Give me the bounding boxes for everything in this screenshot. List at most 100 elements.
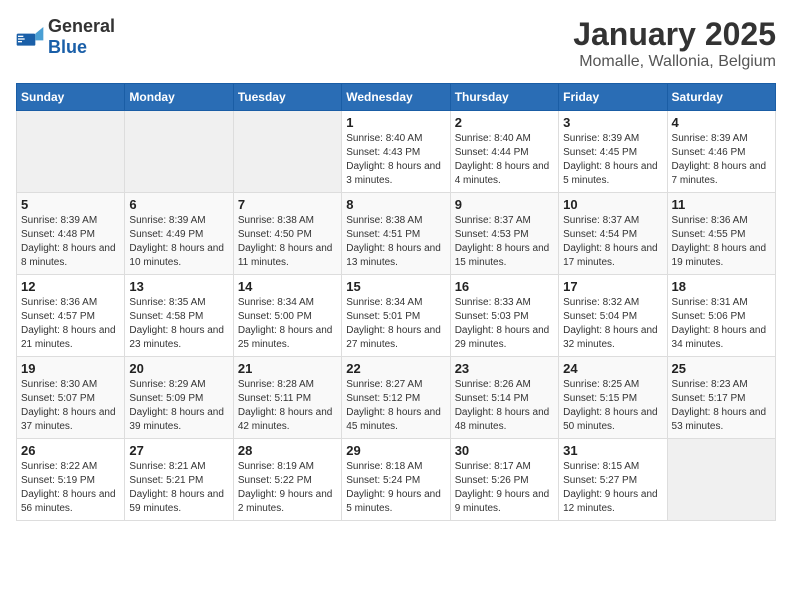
calendar-day-cell: 13 Sunrise: 8:35 AMSunset: 4:58 PMDayligh… xyxy=(125,275,233,357)
weekday-header: Thursday xyxy=(450,84,558,111)
calendar-day-cell: 5 Sunrise: 8:39 AMSunset: 4:48 PMDaylight… xyxy=(17,193,125,275)
day-info: Sunrise: 8:31 AMSunset: 5:06 PMDaylight:… xyxy=(672,296,771,352)
day-info: Sunrise: 8:36 AMSunset: 4:57 PMDaylight:… xyxy=(21,296,120,352)
calendar-day-cell: 10 Sunrise: 8:37 AMSunset: 4:54 PMDayligh… xyxy=(559,193,667,275)
calendar-week-row: 1Sunrise: 8:40 AMSunset: 4:43 PMDaylight… xyxy=(17,111,776,193)
logo-general: General xyxy=(48,16,115,36)
day-info: Sunrise: 8:25 AMSunset: 5:15 PMDaylight:… xyxy=(563,378,662,434)
day-number: 10 xyxy=(563,197,662,212)
day-info: Sunrise: 8:21 AMSunset: 5:21 PMDaylight:… xyxy=(129,460,228,516)
calendar-day-cell: 6 Sunrise: 8:39 AMSunset: 4:49 PMDaylight… xyxy=(125,193,233,275)
title-section: January 2025 Momalle, Wallonia, Belgium xyxy=(573,16,776,71)
calendar-day-cell: 8 Sunrise: 8:38 AMSunset: 4:51 PMDaylight… xyxy=(342,193,450,275)
calendar-table: SundayMondayTuesdayWednesdayThursdayFrid… xyxy=(16,83,776,521)
day-info: Sunrise: 8:32 AMSunset: 5:04 PMDaylight:… xyxy=(563,296,662,352)
day-info: Sunrise: 8:33 AMSunset: 5:03 PMDaylight:… xyxy=(455,296,554,352)
day-number: 15 xyxy=(346,279,445,294)
day-info: Sunrise: 8:39 AMSunset: 4:48 PMDaylight:… xyxy=(21,214,120,270)
day-info: Sunrise: 8:17 AMSunset: 5:26 PMDaylight:… xyxy=(455,460,554,516)
day-info: Sunrise: 8:39 AMSunset: 4:49 PMDaylight:… xyxy=(129,214,228,270)
calendar-day-cell xyxy=(667,439,775,521)
calendar-day-cell: 30Sunrise: 8:17 AMSunset: 5:26 PMDayligh… xyxy=(450,439,558,521)
calendar-day-cell: 31 Sunrise: 8:15 AMSunset: 5:27 PMDayligh… xyxy=(559,439,667,521)
day-number: 6 xyxy=(129,197,228,212)
day-number: 5 xyxy=(21,197,120,212)
day-info: Sunrise: 8:15 AMSunset: 5:27 PMDaylight:… xyxy=(563,460,662,516)
day-number: 2 xyxy=(455,115,554,130)
calendar-day-cell: 14 Sunrise: 8:34 AMSunset: 5:00 PMDayligh… xyxy=(233,275,341,357)
calendar-day-cell: 9Sunrise: 8:37 AMSunset: 4:53 PMDaylight… xyxy=(450,193,558,275)
weekday-header: Tuesday xyxy=(233,84,341,111)
day-info: Sunrise: 8:28 AMSunset: 5:11 PMDaylight:… xyxy=(238,378,337,434)
calendar-day-cell: 12Sunrise: 8:36 AMSunset: 4:57 PMDayligh… xyxy=(17,275,125,357)
weekday-header: Wednesday xyxy=(342,84,450,111)
calendar-day-cell xyxy=(17,111,125,193)
day-info: Sunrise: 8:30 AMSunset: 5:07 PMDaylight:… xyxy=(21,378,120,434)
day-info: Sunrise: 8:29 AMSunset: 5:09 PMDaylight:… xyxy=(129,378,228,434)
day-info: Sunrise: 8:18 AMSunset: 5:24 PMDaylight:… xyxy=(346,460,445,516)
day-info: Sunrise: 8:34 AMSunset: 5:00 PMDaylight:… xyxy=(238,296,337,352)
day-info: Sunrise: 8:35 AMSunset: 4:58 PMDaylight:… xyxy=(129,296,228,352)
day-number: 16 xyxy=(455,279,554,294)
calendar-day-cell: 25Sunrise: 8:23 AMSunset: 5:17 PMDayligh… xyxy=(667,357,775,439)
calendar-day-cell: 18Sunrise: 8:31 AMSunset: 5:06 PMDayligh… xyxy=(667,275,775,357)
day-info: Sunrise: 8:39 AMSunset: 4:45 PMDaylight:… xyxy=(563,132,662,188)
calendar-day-cell: 28Sunrise: 8:19 AMSunset: 5:22 PMDayligh… xyxy=(233,439,341,521)
day-number: 13 xyxy=(129,279,228,294)
calendar-week-row: 12Sunrise: 8:36 AMSunset: 4:57 PMDayligh… xyxy=(17,275,776,357)
weekday-header: Sunday xyxy=(17,84,125,111)
day-info: Sunrise: 8:26 AMSunset: 5:14 PMDaylight:… xyxy=(455,378,554,434)
day-info: Sunrise: 8:27 AMSunset: 5:12 PMDaylight:… xyxy=(346,378,445,434)
day-number: 23 xyxy=(455,361,554,376)
day-info: Sunrise: 8:40 AMSunset: 4:44 PMDaylight:… xyxy=(455,132,554,188)
calendar-day-cell: 20 Sunrise: 8:29 AMSunset: 5:09 PMDayligh… xyxy=(125,357,233,439)
calendar-day-cell: 1Sunrise: 8:40 AMSunset: 4:43 PMDaylight… xyxy=(342,111,450,193)
day-number: 26 xyxy=(21,443,120,458)
day-info: Sunrise: 8:38 AMSunset: 4:50 PMDaylight:… xyxy=(238,214,337,270)
day-number: 17 xyxy=(563,279,662,294)
day-number: 28 xyxy=(238,443,337,458)
day-number: 31 xyxy=(563,443,662,458)
calendar-day-cell: 29Sunrise: 8:18 AMSunset: 5:24 PMDayligh… xyxy=(342,439,450,521)
calendar-day-cell: 4Sunrise: 8:39 AMSunset: 4:46 PMDaylight… xyxy=(667,111,775,193)
day-info: Sunrise: 8:37 AMSunset: 4:54 PMDaylight:… xyxy=(563,214,662,270)
calendar-week-row: 26 Sunrise: 8:22 AMSunset: 5:19 PMDayligh… xyxy=(17,439,776,521)
calendar-day-cell: 7 Sunrise: 8:38 AMSunset: 4:50 PMDaylight… xyxy=(233,193,341,275)
weekday-header: Monday xyxy=(125,84,233,111)
calendar-day-cell: 19Sunrise: 8:30 AMSunset: 5:07 PMDayligh… xyxy=(17,357,125,439)
day-info: Sunrise: 8:40 AMSunset: 4:43 PMDaylight:… xyxy=(346,132,445,188)
day-number: 7 xyxy=(238,197,337,212)
day-number: 3 xyxy=(563,115,662,130)
calendar-day-cell xyxy=(125,111,233,193)
calendar-day-cell: 21 Sunrise: 8:28 AMSunset: 5:11 PMDayligh… xyxy=(233,357,341,439)
calendar-day-cell xyxy=(233,111,341,193)
day-info: Sunrise: 8:23 AMSunset: 5:17 PMDaylight:… xyxy=(672,378,771,434)
day-number: 21 xyxy=(238,361,337,376)
calendar-day-cell: 3 Sunrise: 8:39 AMSunset: 4:45 PMDaylight… xyxy=(559,111,667,193)
logo-blue: Blue xyxy=(48,37,87,57)
weekday-header: Saturday xyxy=(667,84,775,111)
day-info: Sunrise: 8:22 AMSunset: 5:19 PMDaylight:… xyxy=(21,460,120,516)
calendar-week-row: 19Sunrise: 8:30 AMSunset: 5:07 PMDayligh… xyxy=(17,357,776,439)
calendar-day-cell: 16 Sunrise: 8:33 AMSunset: 5:03 PMDayligh… xyxy=(450,275,558,357)
calendar-day-cell: 11Sunrise: 8:36 AMSunset: 4:55 PMDayligh… xyxy=(667,193,775,275)
weekday-header: Friday xyxy=(559,84,667,111)
calendar-day-cell: 17 Sunrise: 8:32 AMSunset: 5:04 PMDayligh… xyxy=(559,275,667,357)
day-number: 24 xyxy=(563,361,662,376)
day-number: 22 xyxy=(346,361,445,376)
calendar-day-cell: 27 Sunrise: 8:21 AMSunset: 5:21 PMDayligh… xyxy=(125,439,233,521)
calendar-day-cell: 15Sunrise: 8:34 AMSunset: 5:01 PMDayligh… xyxy=(342,275,450,357)
calendar-week-row: 5 Sunrise: 8:39 AMSunset: 4:48 PMDaylight… xyxy=(17,193,776,275)
day-number: 14 xyxy=(238,279,337,294)
day-number: 27 xyxy=(129,443,228,458)
day-number: 11 xyxy=(672,197,771,212)
calendar-day-cell: 24 Sunrise: 8:25 AMSunset: 5:15 PMDayligh… xyxy=(559,357,667,439)
day-info: Sunrise: 8:38 AMSunset: 4:51 PMDaylight:… xyxy=(346,214,445,270)
page-header: General Blue January 2025 Momalle, Wallo… xyxy=(16,16,776,71)
calendar-header-row: SundayMondayTuesdayWednesdayThursdayFrid… xyxy=(17,84,776,111)
day-number: 20 xyxy=(129,361,228,376)
logo-icon xyxy=(16,27,44,47)
calendar-day-cell: 22 Sunrise: 8:27 AMSunset: 5:12 PMDayligh… xyxy=(342,357,450,439)
day-number: 8 xyxy=(346,197,445,212)
day-number: 4 xyxy=(672,115,771,130)
